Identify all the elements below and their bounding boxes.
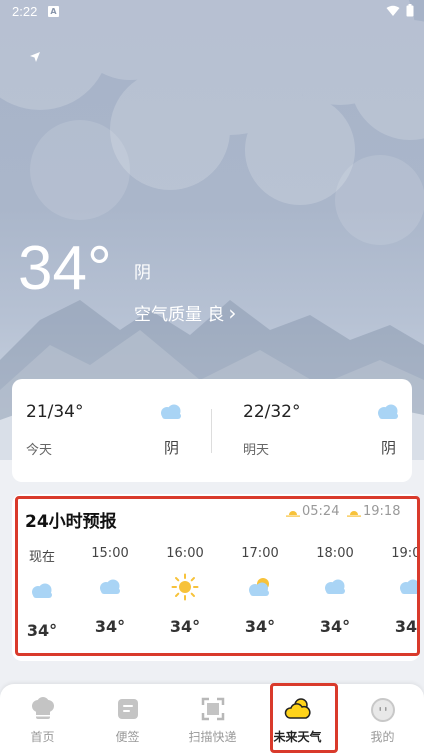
location-arrow-icon[interactable] <box>28 50 42 64</box>
status-icons <box>386 4 414 17</box>
hour-time: 19:00 <box>391 546 420 561</box>
tab-profile[interactable]: 我的 <box>340 684 424 754</box>
notification-badge: A <box>48 6 59 17</box>
wifi-icon <box>386 5 400 16</box>
divider <box>211 409 212 453</box>
tab-label: 扫描快递 <box>188 730 237 744</box>
hour-temp: 34° <box>394 617 420 636</box>
sunrise-info: 05:24 <box>286 504 339 519</box>
status-time: 2:22 <box>12 4 38 19</box>
tab-future-weather[interactable]: 未来天气 <box>255 684 340 754</box>
tab-label: 未来天气 <box>273 730 322 744</box>
hour-time: 现在 <box>28 550 55 565</box>
sunrise-icon <box>286 510 300 517</box>
daily-summary-card: 21/34° 今天 阴 22/32° 明天 阴 <box>12 379 412 482</box>
day-temp-range: 22/32° <box>243 402 301 422</box>
note-icon <box>117 699 138 719</box>
sun-icon <box>171 573 199 601</box>
hour-item: 15:00 34° <box>80 546 140 636</box>
day-label: 今天 <box>26 443 53 458</box>
tab-label: 首页 <box>30 730 55 744</box>
hour-temp: 34° <box>319 617 351 636</box>
air-quality-text: 空气质量 良 <box>134 305 225 325</box>
hour-temp: 34° <box>244 617 276 636</box>
scan-icon <box>201 697 224 721</box>
day-temp-range: 21/34° <box>26 402 84 422</box>
hour-time: 17:00 <box>241 546 279 561</box>
hour-time: 18:00 <box>316 546 354 561</box>
day-condition: 阴 <box>164 439 180 457</box>
tab-notes[interactable]: 便签 <box>85 684 170 754</box>
weather-icon <box>284 698 311 719</box>
partly-cloudy-icon <box>249 578 269 596</box>
current-condition: 阴 <box>134 263 151 283</box>
current-temperature: 34° <box>18 234 112 303</box>
tab-home[interactable]: 首页 <box>0 684 85 754</box>
day-today[interactable]: 21/34° 今天 阴 <box>12 379 212 482</box>
chevron-right-icon: › <box>228 300 237 325</box>
hour-item-now: 现在 34° <box>12 546 72 640</box>
hour-temp: 34° <box>169 617 201 636</box>
cloud-icon <box>161 404 181 419</box>
day-condition: 阴 <box>381 439 397 457</box>
hourly-title: 24小时预报 <box>25 512 117 532</box>
hour-item: 17:00 34° <box>230 546 290 636</box>
hour-temp: 34° <box>26 621 58 640</box>
bottom-tab-bar: 首页 便签 扫描快递 未来天气 我的 <box>0 684 424 754</box>
day-label: 明天 <box>243 443 270 458</box>
cloud-icon <box>378 404 398 419</box>
hourly-forecast-card[interactable]: 24小时预报 05:24 19:18 现在 34° 15:00 34° 16:0… <box>12 494 420 661</box>
sunset-icon <box>347 510 361 517</box>
hour-item: 18:00 34° <box>305 546 365 636</box>
hour-temp: 34° <box>94 617 126 636</box>
cloud-icon <box>400 579 420 594</box>
hour-time: 15:00 <box>91 546 129 561</box>
hour-time: 16:00 <box>166 546 204 561</box>
day-tomorrow[interactable]: 22/32° 明天 阴 <box>229 379 424 482</box>
cloud-icon <box>100 579 120 594</box>
sunset-info: 19:18 <box>347 504 400 519</box>
sunrise-time: 05:24 <box>302 504 340 519</box>
tab-label: 我的 <box>370 730 395 744</box>
tab-label: 便签 <box>115 730 140 744</box>
chef-hat-icon <box>31 697 54 719</box>
hour-item: 19:00 34° <box>380 546 420 636</box>
cloud-icon <box>325 579 345 594</box>
sunset-time: 19:18 <box>363 504 401 519</box>
status-bar: 2:22 A <box>0 0 424 24</box>
cloud-icon <box>32 583 52 598</box>
hour-item: 16:00 34° <box>155 546 215 636</box>
battery-icon <box>406 4 414 17</box>
profile-icon <box>370 698 395 722</box>
air-quality-link[interactable]: 空气质量 良 › <box>134 300 237 326</box>
tab-scan[interactable]: 扫描快递 <box>170 684 255 754</box>
